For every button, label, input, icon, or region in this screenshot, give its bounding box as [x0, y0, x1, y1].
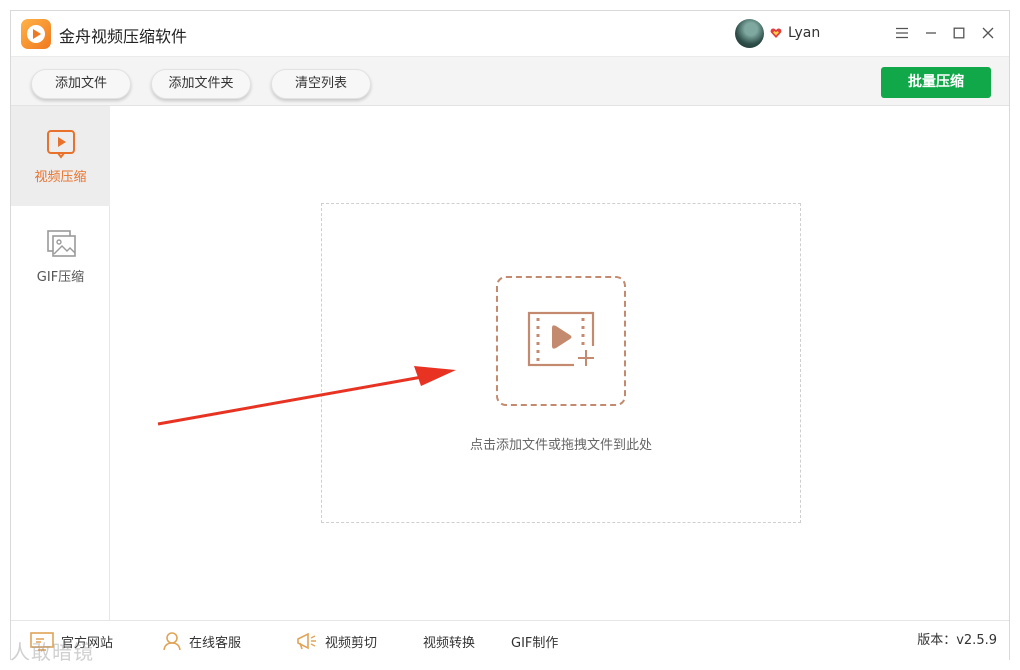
add-folder-button[interactable]: 添加文件夹: [151, 69, 251, 99]
close-icon[interactable]: [977, 22, 999, 44]
title-bar: 金舟视频压缩软件 Lyan: [11, 11, 1009, 56]
watermark-text: 人敢暗镜: [10, 640, 94, 664]
user-avatar[interactable]: [735, 19, 764, 48]
customer-service-icon: [163, 632, 181, 651]
video-convert-link[interactable]: 视频转换: [423, 621, 475, 661]
video-play-icon: [47, 130, 75, 159]
file-drop-zone[interactable]: 点击添加文件或拖拽文件到此处: [321, 203, 801, 523]
sidebar-item-video-compress[interactable]: 视频压缩: [11, 106, 110, 206]
minimize-icon[interactable]: [920, 22, 942, 44]
image-icon: [47, 230, 76, 257]
gif-make-link[interactable]: GIF制作: [511, 621, 558, 661]
toolbar: 添加文件 添加文件夹 清空列表 批量压缩: [11, 56, 1009, 106]
add-video-icon: [527, 311, 598, 370]
sidebar: 视频压缩 GIF压缩: [11, 106, 110, 620]
sidebar-item-label: 视频压缩: [34, 170, 87, 185]
username[interactable]: Lyan: [788, 25, 820, 41]
add-video-button[interactable]: [496, 276, 626, 406]
video-cut-label: 视频剪切: [325, 635, 378, 651]
version-label: 版本：v2.5.9: [917, 633, 997, 648]
video-cut-link[interactable]: 视频剪切: [295, 621, 377, 661]
footer: 官方网站 在线客服 视频剪切 视频转换 GIF制作 版本：v2.5.9: [11, 620, 1009, 660]
vip-heart-icon: [770, 28, 782, 38]
clear-list-button[interactable]: 清空列表: [271, 69, 371, 99]
online-support-link[interactable]: 在线客服: [161, 621, 241, 661]
batch-compress-button[interactable]: 批量压缩: [881, 67, 991, 98]
app-window: 金舟视频压缩软件 Lyan 添加文件 添加文件夹 清空列表 批量压缩 视频压缩 …: [10, 10, 1010, 660]
main-area: 点击添加文件或拖拽文件到此处: [111, 106, 1009, 620]
drop-hint-text: 点击添加文件或拖拽文件到此处: [469, 438, 652, 453]
sidebar-item-label: GIF压缩: [36, 270, 85, 285]
online-support-label: 在线客服: [189, 635, 242, 651]
sidebar-item-gif-compress[interactable]: GIF压缩: [11, 206, 110, 306]
add-file-button[interactable]: 添加文件: [31, 69, 131, 99]
menu-icon[interactable]: [891, 22, 913, 44]
app-logo-icon: [21, 19, 51, 49]
app-title: 金舟视频压缩软件: [59, 27, 188, 46]
maximize-icon[interactable]: [948, 22, 970, 44]
megaphone-icon: [297, 632, 316, 650]
